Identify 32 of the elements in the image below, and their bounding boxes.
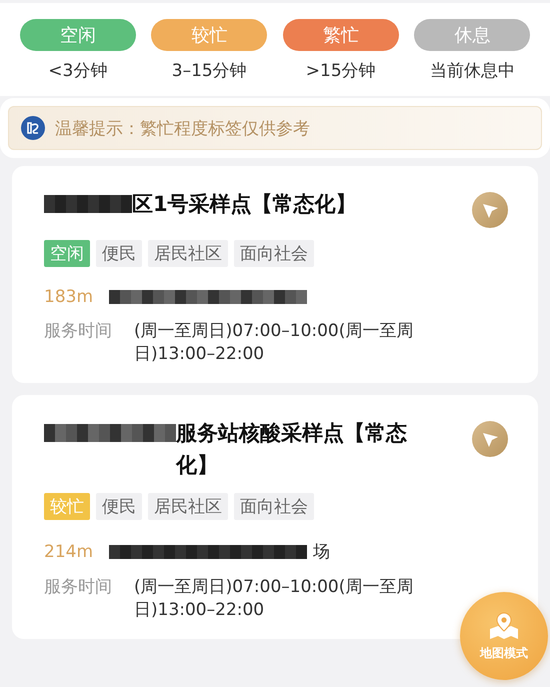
category-tag: 居民社区 [148, 493, 228, 520]
distance-text: 183m [44, 287, 94, 307]
map-pin-icon [488, 610, 520, 640]
site-card[interactable]: 区1号采样点【常态化】 空闲 便民 居民社区 面向社会 183m 服务时间 (周一至周日)07:00–10:00(周一至周日)13:00–22:00 [12, 166, 538, 383]
wait-time-label: >15分钟 [306, 60, 376, 82]
category-tag: 面向社会 [234, 240, 314, 267]
distance-text: 214m [44, 542, 94, 562]
status-chip: 休息 [414, 19, 530, 51]
logo-icon [21, 116, 45, 140]
status-chip: 繁忙 [282, 19, 399, 51]
hours-text: (周一至周日)07:00–10:00(周一至周日)13:00–22:00 [134, 576, 414, 621]
navigation-button[interactable] [472, 192, 508, 228]
category-tag: 面向社会 [234, 493, 314, 520]
wait-time-label: 当前休息中 [430, 60, 515, 82]
site-title: 服务站核酸采样点【常态化】 [176, 420, 408, 479]
category-tag: 便民 [96, 493, 142, 520]
wait-time-label: 3–15分钟 [172, 60, 247, 82]
category-tag: 居民社区 [148, 240, 228, 267]
hours-text: (周一至周日)07:00–10:00(周一至周日)13:00–22:00 [134, 320, 414, 365]
navigation-button[interactable] [472, 421, 508, 457]
site-title: 区1号采样点【常态化】 [132, 191, 358, 218]
hours-label: 服务时间 [44, 576, 112, 599]
status-chip: 较忙 [151, 19, 268, 51]
site-card[interactable]: 服务站核酸采样点【常态化】 较忙 便民 居民社区 面向社会 214m 场 服务时间 (周一至周日)07:00–10:00(周一至周日)13:00–22:00 [12, 395, 538, 639]
status-tag: 空闲 [44, 240, 90, 267]
wait-time-label: <3分钟 [48, 60, 108, 82]
status-tag: 较忙 [44, 493, 90, 520]
category-tag: 便民 [96, 240, 142, 267]
address-text: 场 [313, 541, 330, 563]
hours-label: 服务时间 [44, 320, 112, 343]
status-chip: 空闲 [20, 19, 136, 51]
notice-text: 温馨提示：繁忙程度标签仅供参考 [55, 118, 310, 140]
